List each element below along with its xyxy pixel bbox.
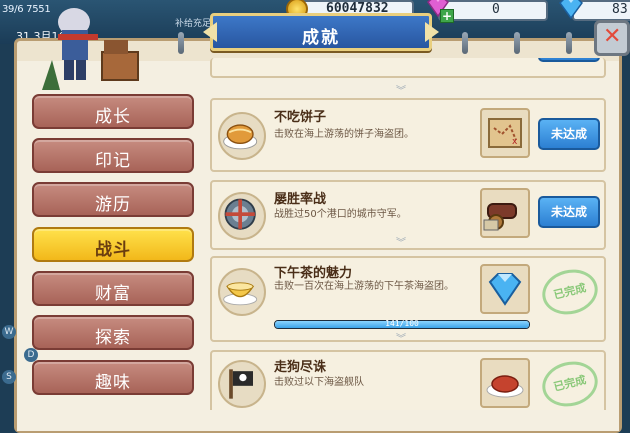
tab-label: 印记 (95, 151, 131, 171)
achievement-desc: 击败过以下海盗舰队 (274, 377, 364, 388)
tab-label: 游历 (95, 195, 131, 215)
chevron-down-icon: ︾ (396, 86, 406, 97)
tab-label: 趣味 (95, 373, 131, 393)
pirate-flag-icon (229, 369, 253, 399)
achievement-icon-frame (218, 360, 266, 408)
progress-text: 141/100 (385, 319, 419, 328)
reward-frame (480, 188, 530, 238)
achievement-icon-frame (218, 112, 266, 160)
treasure-map-icon: x (488, 118, 522, 148)
teacup-icon (223, 282, 258, 306)
tab-label: 战斗 (95, 240, 131, 260)
tab-battle[interactable]: 战斗 (32, 227, 194, 262)
close-icon: ✕ (603, 24, 622, 49)
side-marker-s[interactable]: S (2, 370, 16, 384)
meat-dish-icon (486, 375, 524, 398)
diamond-icon (488, 273, 522, 306)
reward-frame (480, 264, 530, 314)
chevron-down-icon: ︾ (396, 238, 406, 249)
cannon-icon (483, 203, 517, 231)
gem-value: 0 (492, 2, 500, 17)
achievement-title: 不吃饼子 (274, 110, 327, 125)
completed-stamp: 已完成 (537, 263, 603, 321)
tab-label: 成长 (95, 107, 131, 127)
side-marker-w[interactable]: W (2, 325, 16, 339)
unreached-button[interactable]: 未达成 (538, 118, 600, 150)
tab-explore[interactable]: 探索 (32, 315, 194, 350)
achievement-icon-frame (218, 192, 266, 240)
supply-note: 补给充足 (175, 19, 212, 29)
tab-marks[interactable]: 印记 (32, 138, 194, 173)
list-item: 屡胜率战 战胜过50个港口的城市守军。 未达成 (210, 180, 606, 250)
svg-text:x: x (512, 137, 518, 147)
list-item: 走狗尽诛 击败过以下海盗舰队 已完成 (210, 350, 606, 410)
reward-frame: x (480, 108, 530, 158)
title-banner: 成就 (210, 13, 432, 51)
shield-icon (224, 198, 256, 230)
banner-pin-right-1 (462, 32, 468, 54)
chevron-down-icon: ︾ (396, 334, 406, 345)
tab-label: 财富 (95, 284, 131, 304)
list-item (210, 58, 606, 78)
page-title: 成就 (302, 28, 340, 48)
diamond-value: 83 (612, 2, 628, 17)
diamond-icon (559, 0, 583, 20)
tab-travel[interactable]: 游历 (32, 182, 194, 217)
tab-fun[interactable]: 趣味 (32, 360, 194, 395)
character-sprite-icon (42, 8, 139, 90)
achievement-title: 下午茶的魅力 (274, 266, 353, 281)
achievement-list[interactable]: ︾ 不吃饼子 击败在海上游荡的饼子海盗团。 x 未达成 屡胜率战 战胜过50个港… (210, 58, 614, 410)
achievement-desc: 击败在海上游荡的饼子海盗团。 (274, 129, 414, 140)
banner-pin-left (178, 32, 184, 54)
side-marker-d[interactable]: D (24, 348, 38, 362)
tab-growth[interactable]: 成长 (32, 94, 194, 129)
close-button[interactable]: ✕ (594, 20, 630, 56)
achievement-desc: 击败一百次在海上游荡的下午茶海盗团。 (274, 281, 454, 292)
unreached-button[interactable]: 未达成 (538, 196, 600, 228)
banner-pin-right-2 (514, 32, 520, 54)
achievement-title: 走狗尽诛 (274, 360, 327, 375)
tab-label: 探索 (95, 328, 131, 348)
list-item: 不吃饼子 击败在海上游荡的饼子海盗团。 x 未达成 (210, 98, 606, 172)
unreached-button[interactable] (538, 58, 600, 62)
achievement-title: 屡胜率战 (274, 192, 327, 207)
completed-stamp: 已完成 (537, 355, 603, 410)
add-gem-button[interactable]: + (440, 9, 454, 23)
list-item: 下午茶的魅力 击败一百次在海上游荡的下午茶海盗团。 已完成 141/100 (210, 256, 606, 342)
banner-pin-right-3 (566, 32, 572, 54)
pie-icon (223, 124, 258, 150)
achievement-icon-frame (218, 268, 266, 316)
reward-frame (480, 358, 530, 408)
achievement-desc: 战胜过50个港口的城市守军。 (274, 209, 407, 220)
tab-wealth[interactable]: 财富 (32, 271, 194, 306)
